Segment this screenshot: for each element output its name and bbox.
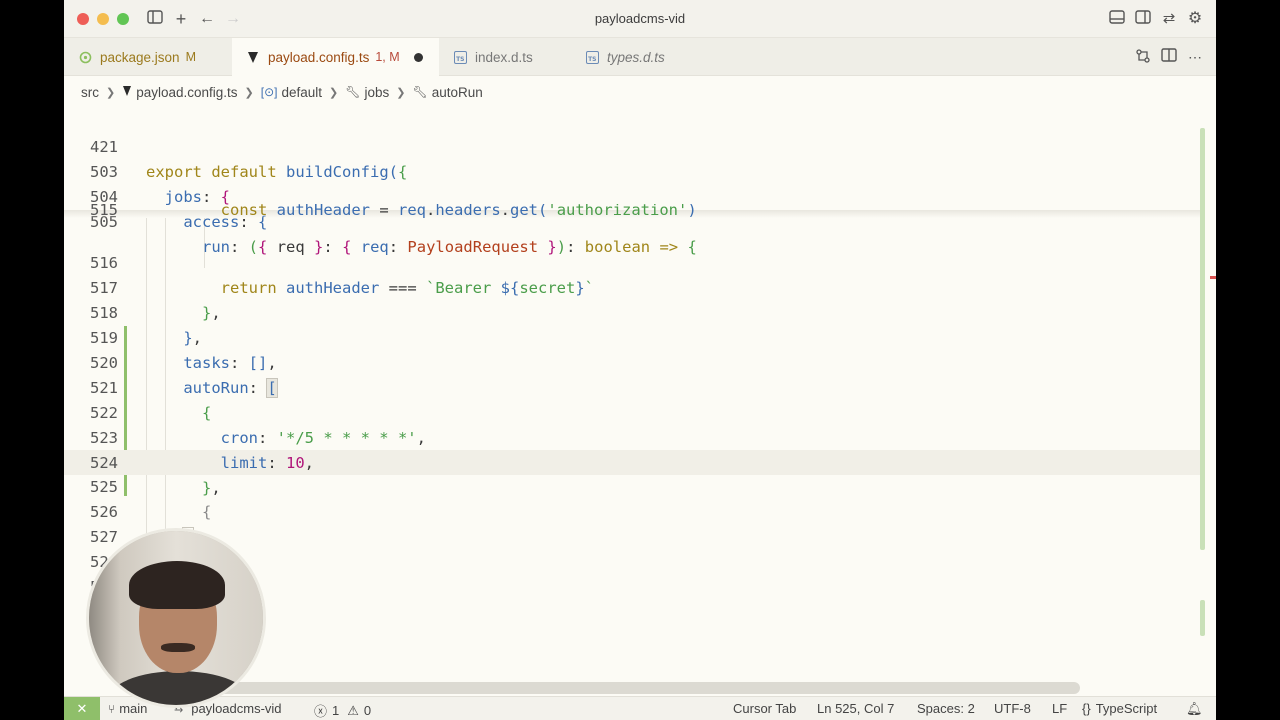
code-line[interactable]: 527 }, <box>64 500 1202 571</box>
sticky-line[interactable]: 421 export default buildConfig({ <box>64 110 1202 181</box>
code-line[interactable]: 515 const authHeader = req.headers.get('… <box>64 204 1202 218</box>
chevron-right-icon: ❯ <box>396 86 406 99</box>
tab-badge: 1, M <box>375 50 400 64</box>
tab-types-d-ts[interactable]: TS types.d.ts <box>571 38 701 76</box>
error-marker <box>1210 276 1216 279</box>
window-title: payloadcms-vid <box>594 11 686 26</box>
ts-icon: TS <box>453 50 467 64</box>
sticky-line[interactable]: 504 access: { <box>64 160 1202 231</box>
presenter-mustache <box>161 643 195 652</box>
tab-badge: M <box>185 50 196 64</box>
cursor-position[interactable]: Ln 525, Col 7 <box>817 701 894 716</box>
more-actions-icon[interactable]: ⋯ <box>1186 48 1204 66</box>
settings-gear-icon[interactable]: ⚙ <box>1186 10 1204 28</box>
title-bar: + ← → payloadcms-vid ⇄ ⚙ <box>64 0 1216 38</box>
code-line[interactable]: 523 limit: 10, <box>64 401 1202 472</box>
breadcrumb: src ❯ payload.config.ts ❯ [⊙] default ❯ … <box>81 82 483 102</box>
cursor-tab-status[interactable]: Cursor Tab <box>733 701 796 716</box>
braces-icon: {} <box>1082 701 1091 716</box>
toggle-secondary-sidebar-icon[interactable] <box>1134 10 1152 28</box>
language-status[interactable]: {} TypeScript <box>1082 701 1157 716</box>
json-icon <box>78 50 92 64</box>
split-editor-icon[interactable] <box>1160 48 1178 66</box>
code-line[interactable]: 520 autoRun: [ <box>64 326 1202 398</box>
encoding-status[interactable]: UTF-8 <box>994 701 1031 716</box>
tab-label: payload.config.ts <box>268 49 370 65</box>
error-icon: ⓧ <box>314 704 328 719</box>
language-name: TypeScript <box>1095 701 1158 716</box>
chevron-right-icon: ❯ <box>106 86 116 99</box>
line-number: 515 <box>90 204 118 218</box>
code-line[interactable]: 519 tasks: [], <box>64 301 1202 372</box>
warning-count: 0 <box>363 703 372 718</box>
indentation-status[interactable]: Spaces: 2 <box>917 701 975 716</box>
tab-label: package.json <box>100 49 180 65</box>
code-line[interactable]: 516 return authHeader === `Bearer ${secr… <box>64 226 1202 297</box>
code-line[interactable]: 524 }, <box>64 426 1202 497</box>
warning-icon: ⚠ <box>347 702 359 718</box>
tab-bar: package.json M payload.config.ts 1, M TS… <box>64 38 1216 76</box>
code-line[interactable]: 522 cron: '*/5 * * * * *', <box>64 376 1202 447</box>
chevron-right-icon: ❯ <box>329 86 339 99</box>
wrench-icon: 🔧︎ <box>345 85 361 99</box>
problems-status[interactable]: ⓧ 1 ⚠ 0 <box>314 701 371 720</box>
webcam-overlay <box>86 528 266 708</box>
breadcrumb-item-autorun[interactable]: autoRun <box>432 85 483 100</box>
tab-index-d-ts[interactable]: TS index.d.ts <box>439 38 571 76</box>
tab-label: types.d.ts <box>607 49 665 65</box>
horizontal-scrollbar[interactable] <box>124 682 1080 694</box>
compare-changes-icon[interactable] <box>1134 48 1152 66</box>
swap-icon[interactable]: ⇄ <box>1160 10 1178 28</box>
breadcrumb-item-src[interactable]: src <box>81 85 99 100</box>
breadcrumb-item-file[interactable]: payload.config.ts <box>136 85 237 100</box>
breadcrumb-item-default[interactable]: default <box>282 85 323 100</box>
ts-file-icon <box>246 50 260 64</box>
code-text: const authHeader = req.headers.get('auth… <box>220 204 697 218</box>
scrollbar-change-indicator[interactable] <box>1200 128 1205 550</box>
ts-icon: TS <box>585 50 599 64</box>
tab-payload-config[interactable]: payload.config.ts 1, M <box>232 38 439 76</box>
toggle-panel-icon[interactable] <box>1108 10 1126 28</box>
notifications-bell-icon[interactable]: 🔔︎ <box>1186 701 1203 717</box>
presenter-hair <box>129 561 225 609</box>
wrench-icon: 🔧︎ <box>412 85 428 99</box>
code-line[interactable]: 517 }, <box>64 251 1202 322</box>
code-line[interactable]: 518 }, <box>64 276 1202 347</box>
eol-status[interactable]: LF <box>1052 701 1067 716</box>
error-count: 1 <box>332 703 340 718</box>
scrollbar-change-indicator[interactable] <box>1200 600 1205 636</box>
chevron-right-icon: ❯ <box>244 86 254 99</box>
breadcrumb-item-jobs[interactable]: jobs <box>365 85 390 100</box>
sticky-line[interactable]: 503 jobs: { <box>64 135 1202 206</box>
tab-label: index.d.ts <box>475 49 533 65</box>
module-icon: [⊙] <box>260 85 278 99</box>
code-line-current[interactable]: 525 { <box>64 450 1202 521</box>
unsaved-dot-icon[interactable] <box>413 52 423 62</box>
ts-file-icon <box>122 85 132 100</box>
tab-package-json[interactable]: package.json M <box>64 38 232 76</box>
code-line[interactable]: 521 { <box>64 351 1202 422</box>
code-line[interactable]: 526 ] <box>64 475 1202 547</box>
